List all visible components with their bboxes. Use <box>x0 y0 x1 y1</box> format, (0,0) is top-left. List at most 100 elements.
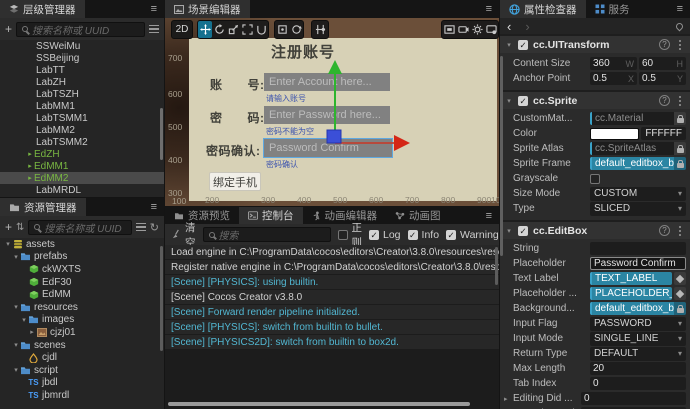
warning-checkbox[interactable] <box>446 229 457 240</box>
help-icon[interactable] <box>659 225 670 236</box>
expand-arrow-icon[interactable] <box>26 174 34 182</box>
help-icon[interactable] <box>659 39 670 50</box>
node-reference-icon[interactable] <box>674 287 686 300</box>
regex-checkbox[interactable] <box>337 229 348 240</box>
add-asset-button[interactable] <box>5 220 12 234</box>
hierarchy-node-LabZH[interactable]: LabZH <box>0 76 164 88</box>
tab-console[interactable]: 控制台 <box>239 207 303 224</box>
color-hex-input[interactable]: FFFFFF <box>641 127 686 140</box>
console-search-input[interactable]: 搜索 <box>202 227 331 242</box>
return-type-dropdown[interactable]: DEFAULT <box>590 346 686 361</box>
gear-icon[interactable] <box>470 21 484 38</box>
info-checkbox[interactable] <box>407 229 418 240</box>
max-length-input[interactable]: 20 <box>590 362 686 375</box>
console-log-list[interactable]: Load engine in C:\ProgramData\cocos\edit… <box>165 245 499 409</box>
sort-icon[interactable] <box>16 222 24 233</box>
hierarchy-node-EdZH[interactable]: EdZH <box>0 148 164 160</box>
hierarchy-node-EdMM1[interactable]: EdMM1 <box>0 160 164 172</box>
log-row[interactable]: [Scene] [PHYSICS]: using builtin. <box>165 275 499 290</box>
asset-node-assets[interactable]: assets <box>0 238 164 251</box>
anchor-y-input[interactable]: 0.5 Y <box>639 72 686 85</box>
component-enabled-checkbox[interactable] <box>518 225 528 236</box>
pivot-position-button[interactable] <box>275 21 289 38</box>
sprite-atlas-field[interactable]: cc.SpriteAtlas <box>590 142 686 155</box>
forward-icon[interactable] <box>525 19 529 34</box>
log-row[interactable]: [Scene] Cocos Creator v3.8.0 <box>165 290 499 305</box>
background-image-field[interactable]: default_editbox_bg <box>590 302 686 315</box>
node-reference-icon[interactable] <box>674 272 686 285</box>
input-flag-dropdown[interactable]: PASSWORD <box>590 316 686 331</box>
hierarchy-node-LabTSMM1[interactable]: LabTSMM1 <box>0 112 164 124</box>
grid-view-button[interactable] <box>442 21 456 38</box>
size-mode-dropdown[interactable]: CUSTOM <box>590 186 686 201</box>
anchor-x-input[interactable]: 0.5 X <box>590 72 637 85</box>
filter-warning-toggle[interactable]: Warning <box>446 229 499 241</box>
hierarchy-node-LabMRDL[interactable]: LabMRDL <box>0 184 164 196</box>
panel-menu-icon[interactable] <box>144 198 164 216</box>
log-row[interactable]: [Scene] [PHYSICS]: switch from builtin t… <box>165 320 499 335</box>
asset-node-cjzj01[interactable]: cjzj01 <box>0 326 164 339</box>
tab-service[interactable]: 服务 <box>586 0 639 18</box>
assets-scrollbar[interactable] <box>160 246 163 351</box>
gizmo-settings-button[interactable] <box>312 21 328 38</box>
hierarchy-node-LabMM1[interactable]: LabMM1 <box>0 100 164 112</box>
grayscale-checkbox[interactable] <box>590 173 600 184</box>
log-row[interactable]: [Scene] [PHYSICS2D]: switch from builtin… <box>165 335 499 350</box>
expand-arrow-icon[interactable] <box>26 162 34 170</box>
filter-icon[interactable] <box>149 25 159 33</box>
list-view-icon[interactable] <box>135 223 146 231</box>
hierarchy-node-LabMM2[interactable]: LabMM2 <box>0 124 164 136</box>
kebab-menu-icon[interactable] <box>679 229 681 232</box>
kebab-menu-icon[interactable] <box>679 43 681 46</box>
log-checkbox[interactable] <box>369 229 379 240</box>
scene-viewport[interactable]: 注册账号 账 号: Enter Account here... 请输入账号 密 … <box>165 18 499 206</box>
hierarchy-node-EdMM2[interactable]: EdMM2 <box>0 172 164 184</box>
panel-menu-icon[interactable] <box>479 207 499 224</box>
hierarchy-node-LabTT[interactable]: LabTT <box>0 64 164 76</box>
expand-arrow-icon[interactable] <box>505 97 513 105</box>
hierarchy-node-SSWeiMu[interactable]: SSWeiMu <box>0 40 164 52</box>
asset-node-images[interactable]: images <box>0 314 164 327</box>
text-label-field[interactable]: TEXT_LABEL <box>590 272 672 285</box>
asset-node-prefabs[interactable]: prefabs <box>0 251 164 264</box>
type-dropdown[interactable]: SLICED <box>590 201 686 216</box>
asset-node-jbmrdl[interactable]: TS jbmrdl <box>0 389 164 402</box>
component-header[interactable]: cc.UITransform <box>500 36 690 53</box>
pin-icon[interactable] <box>674 21 685 31</box>
panel-menu-icon[interactable] <box>479 0 499 18</box>
filter-info-toggle[interactable]: Info <box>407 229 439 241</box>
color-swatch[interactable] <box>590 127 640 140</box>
tab-animation-graph[interactable]: 动画图 <box>386 207 450 224</box>
refresh-icon[interactable] <box>150 221 159 234</box>
editing-did-input[interactable]: 0 <box>581 392 686 405</box>
scene-confirm-editbox[interactable]: Password Confirm <box>263 138 393 158</box>
asset-node-script[interactable]: script <box>0 364 164 377</box>
inspector-scrollbar[interactable] <box>500 56 503 256</box>
camera-preview-button[interactable] <box>456 21 470 38</box>
console-hscrollbar[interactable] <box>168 402 470 406</box>
filter-log-toggle[interactable]: Log <box>369 229 401 241</box>
hierarchy-node-SSBeijing[interactable]: SSBeijing <box>0 52 164 64</box>
asset-node-ckWXTS[interactable]: ckWXTS <box>0 263 164 276</box>
move-tool-button[interactable] <box>198 21 212 38</box>
content-size-h-input[interactable]: 60 H <box>639 57 686 70</box>
tab-index-input[interactable]: 0 <box>590 377 686 390</box>
tab-hierarchy[interactable]: 层级管理器 <box>0 0 85 18</box>
component-header[interactable]: cc.Sprite <box>500 92 690 109</box>
input-mode-dropdown[interactable]: SINGLE_LINE <box>590 331 686 346</box>
content-size-w-input[interactable]: 360 W <box>590 57 637 70</box>
expand-arrow-icon[interactable] <box>12 341 20 349</box>
expand-arrow-icon[interactable] <box>505 41 513 49</box>
hierarchy-node-LabTSMM2[interactable]: LabTSMM2 <box>0 136 164 148</box>
add-node-button[interactable] <box>5 22 12 36</box>
expand-arrow-icon[interactable] <box>20 316 28 324</box>
hierarchy-node-LabTSZH[interactable]: LabTSZH <box>0 88 164 100</box>
scene-account-editbox[interactable]: Enter Account here... <box>264 73 390 91</box>
kebab-menu-icon[interactable] <box>679 99 681 102</box>
asset-node-EdMM[interactable]: EdMM <box>0 288 164 301</box>
transform-tool-button[interactable] <box>254 21 268 38</box>
expand-arrow-icon[interactable] <box>12 253 20 261</box>
help-icon[interactable] <box>659 95 670 106</box>
component-enabled-checkbox[interactable] <box>518 39 528 50</box>
scale-tool-button[interactable] <box>226 21 240 38</box>
